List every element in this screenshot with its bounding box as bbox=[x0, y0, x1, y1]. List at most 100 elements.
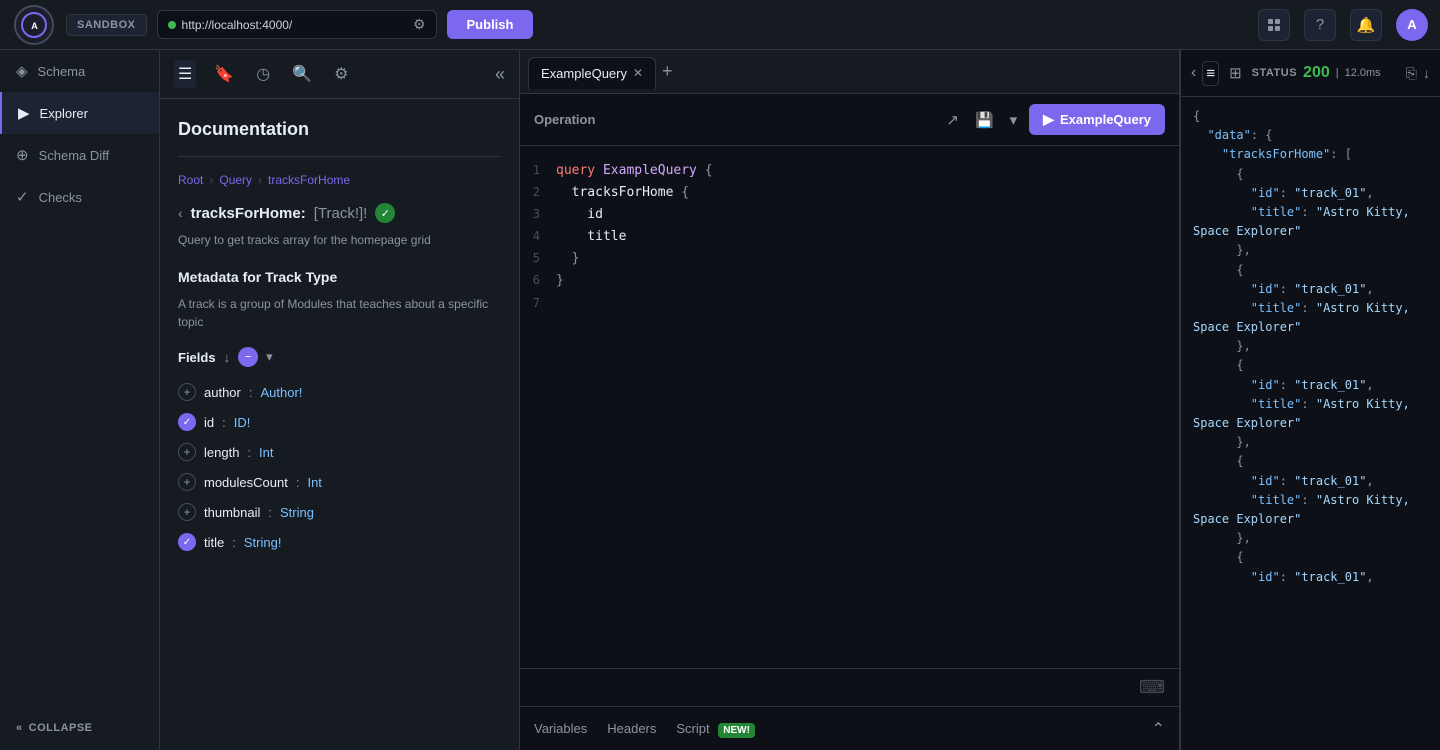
tab-close-icon[interactable]: ✕ bbox=[633, 66, 643, 80]
run-button[interactable]: ▶ ExampleQuery bbox=[1029, 104, 1165, 135]
sort-icon[interactable]: ↓ bbox=[224, 350, 231, 365]
logo[interactable]: A bbox=[12, 3, 56, 47]
settings-icon[interactable]: ⚙ bbox=[330, 60, 352, 88]
field-title-name: title bbox=[204, 535, 224, 550]
field-modules-count: + modulesCount : Int bbox=[178, 467, 501, 497]
sidebar-item-schema-diff[interactable]: ⊕ Schema Diff bbox=[0, 134, 159, 176]
history-icon[interactable]: ◷ bbox=[252, 60, 274, 88]
field-id-type: ID! bbox=[234, 415, 251, 430]
resp-list-view-icon[interactable]: ≡ bbox=[1202, 61, 1219, 86]
breadcrumb-root[interactable]: Root bbox=[178, 173, 203, 187]
response-panel: ‹ ≡ ⊞ STATUS 200 | 12.0ms ⎘ ↓ { "data": … bbox=[1180, 50, 1440, 750]
response-toolbar: ‹ ≡ ⊞ STATUS 200 | 12.0ms ⎘ ↓ bbox=[1181, 50, 1440, 97]
schema-diff-icon: ⊕ bbox=[16, 146, 29, 164]
breadcrumb-query[interactable]: Query bbox=[219, 173, 252, 187]
sidebar: ◈ Schema ▶ Explorer ⊕ Schema Diff ✓ Chec… bbox=[0, 50, 160, 750]
bottom-tab-script[interactable]: Script NEW! bbox=[676, 717, 755, 740]
resp-time: | bbox=[1336, 67, 1339, 79]
publish-button[interactable]: Publish bbox=[447, 10, 534, 39]
share-icon[interactable]: ↗ bbox=[942, 107, 963, 133]
code-line-1: 1 query ExampleQuery { bbox=[520, 160, 1179, 182]
metadata-description: A track is a group of Modules that teach… bbox=[178, 295, 501, 331]
field-id: ✓ id : ID! bbox=[178, 407, 501, 437]
breadcrumb: Root › Query › tracksForHome bbox=[178, 173, 501, 187]
field-author-name: author bbox=[204, 385, 241, 400]
field-author: + author : Author! bbox=[178, 377, 501, 407]
doc-view-icon[interactable]: ☰ bbox=[174, 60, 196, 88]
help-icon[interactable]: ? bbox=[1304, 9, 1336, 41]
field-id-name: id bbox=[204, 415, 214, 430]
bottom-tab-script-label: Script bbox=[676, 721, 709, 736]
copy-response-icon[interactable]: ⎘ bbox=[1406, 65, 1417, 82]
field-title: ✓ title : String! bbox=[178, 527, 501, 557]
avatar[interactable]: A bbox=[1396, 9, 1428, 41]
resp-table-view-icon[interactable]: ⊞ bbox=[1225, 60, 1246, 86]
field-add-author-icon[interactable]: + bbox=[178, 383, 196, 401]
query-name: tracksForHome: bbox=[191, 205, 306, 222]
sidebar-item-label-schema-diff: Schema Diff bbox=[39, 148, 110, 163]
collapse-button[interactable]: « COLLAPSE bbox=[16, 722, 143, 734]
schema-icon: ◈ bbox=[16, 62, 28, 80]
field-thumbnail: + thumbnail : String bbox=[178, 497, 501, 527]
doc-panel: ☰ 🔖 ◷ 🔍 ⚙ « Documentation Root › Query ›… bbox=[160, 50, 520, 750]
query-description: Query to get tracks array for the homepa… bbox=[178, 231, 501, 249]
field-check-title-icon[interactable]: ✓ bbox=[178, 533, 196, 551]
bottom-chevron-icon[interactable]: ⌃ bbox=[1152, 719, 1165, 739]
panel-collapse-icon[interactable]: « bbox=[495, 64, 505, 85]
resp-status-code: 200 bbox=[1303, 64, 1330, 82]
collapse-arrow-icon: « bbox=[16, 722, 23, 734]
sidebar-item-checks[interactable]: ✓ Checks bbox=[0, 176, 159, 218]
operation-bar: Operation ↗ 💾 ▾ ▶ ExampleQuery bbox=[520, 94, 1179, 146]
field-author-type: Author! bbox=[261, 385, 303, 400]
notification-icon[interactable]: 🔔 bbox=[1350, 9, 1382, 41]
code-line-3: 3 id bbox=[520, 204, 1179, 226]
field-modules-name: modulesCount bbox=[204, 475, 288, 490]
field-add-modules-icon[interactable]: + bbox=[178, 473, 196, 491]
fields-filter-button[interactable]: − bbox=[238, 347, 258, 367]
url-settings-icon[interactable]: ⚙ bbox=[413, 16, 426, 33]
url-text: http://localhost:4000/ bbox=[182, 18, 407, 32]
fields-header: Fields ↓ − ▾ bbox=[178, 347, 501, 367]
code-line-7: 7 bbox=[520, 293, 1179, 313]
code-line-4: 4 title bbox=[520, 226, 1179, 248]
sidebar-item-label-explorer: Explorer bbox=[40, 106, 88, 121]
operation-label: Operation bbox=[534, 112, 934, 127]
save-icon[interactable]: 💾 bbox=[971, 107, 998, 133]
url-bar[interactable]: http://localhost:4000/ ⚙ bbox=[157, 10, 437, 39]
search-icon[interactable]: 🔍 bbox=[288, 60, 316, 88]
breadcrumb-tracks[interactable]: tracksForHome bbox=[268, 173, 350, 187]
field-add-thumbnail-icon[interactable]: + bbox=[178, 503, 196, 521]
metadata-title: Metadata for Track Type bbox=[178, 269, 501, 285]
bookmark-icon[interactable]: 🔖 bbox=[210, 60, 238, 88]
apollo-studio-icon[interactable] bbox=[1258, 9, 1290, 41]
editor-panel: ExampleQuery ✕ + Operation ↗ 💾 ▾ ▶ Examp… bbox=[520, 50, 1180, 750]
collapse-label: COLLAPSE bbox=[29, 722, 93, 734]
field-thumbnail-type: String bbox=[280, 505, 314, 520]
save-dropdown-icon[interactable]: ▾ bbox=[1006, 107, 1022, 133]
sidebar-item-explorer[interactable]: ▶ Explorer bbox=[0, 92, 159, 134]
resp-chevron-icon[interactable]: ‹ bbox=[1191, 64, 1196, 82]
tab-bar: ExampleQuery ✕ + bbox=[520, 50, 1179, 94]
field-check-id-icon[interactable]: ✓ bbox=[178, 413, 196, 431]
topbar-icons: ? 🔔 A bbox=[1258, 9, 1428, 41]
tab-example-query[interactable]: ExampleQuery ✕ bbox=[528, 57, 656, 89]
field-add-length-icon[interactable]: + bbox=[178, 443, 196, 461]
bottom-tab-headers[interactable]: Headers bbox=[607, 717, 656, 740]
fields-dropdown-icon[interactable]: ▾ bbox=[266, 349, 273, 365]
topbar: A SANDBOX http://localhost:4000/ ⚙ Publi… bbox=[0, 0, 1440, 50]
code-line-5: 5 } bbox=[520, 248, 1179, 270]
logo-circle: A bbox=[14, 5, 54, 45]
download-response-icon[interactable]: ↓ bbox=[1423, 65, 1430, 81]
bottom-tab-variables[interactable]: Variables bbox=[534, 717, 587, 740]
keyboard-icon: ⌨ bbox=[1139, 677, 1165, 698]
new-badge: NEW! bbox=[718, 723, 755, 738]
back-button[interactable]: ‹ bbox=[178, 205, 183, 221]
tab-add-icon[interactable]: + bbox=[662, 61, 673, 82]
editor-area[interactable]: 1 query ExampleQuery { 2 tracksForHome {… bbox=[520, 146, 1179, 668]
explorer-icon: ▶ bbox=[18, 104, 30, 122]
sidebar-item-schema[interactable]: ◈ Schema bbox=[0, 50, 159, 92]
field-length-type: Int bbox=[259, 445, 273, 460]
doc-title: Documentation bbox=[178, 119, 501, 157]
sidebar-item-label-checks: Checks bbox=[39, 190, 82, 205]
field-title-type: String! bbox=[244, 535, 282, 550]
